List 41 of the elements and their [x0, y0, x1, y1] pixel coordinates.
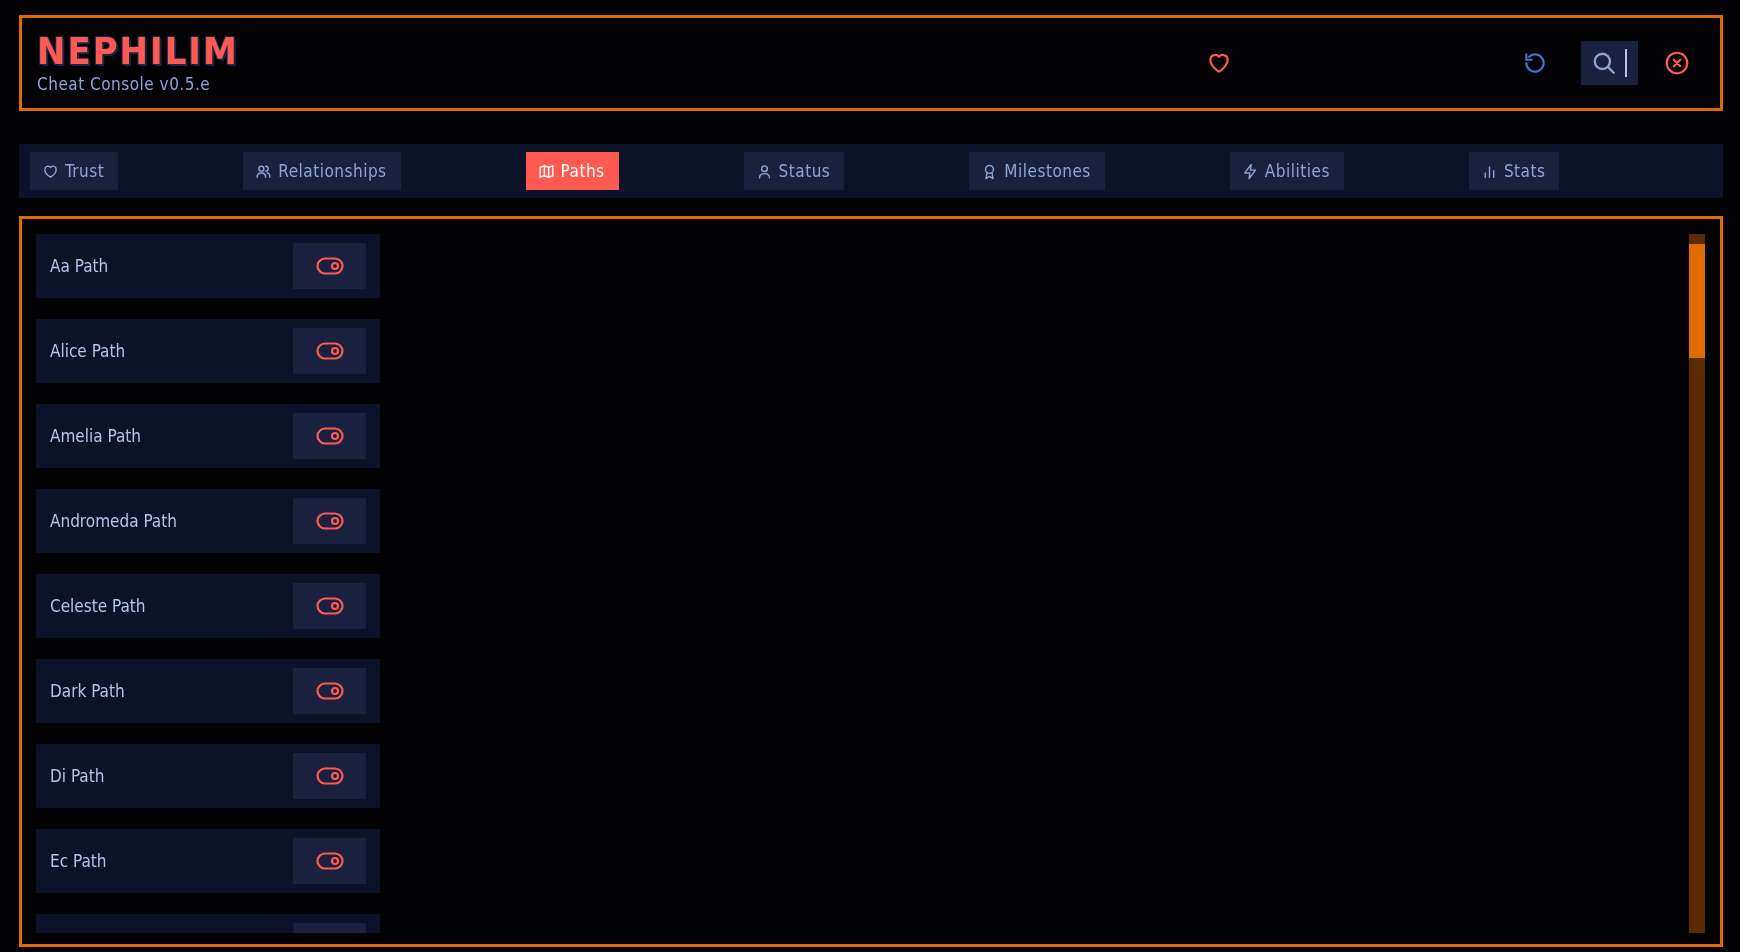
toggle-button[interactable]: [293, 583, 366, 629]
toggle-icon: [315, 257, 344, 275]
tab[interactable]: Milestones: [969, 152, 1105, 190]
toggle-button[interactable]: [293, 243, 366, 289]
app-subtitle: Cheat Console v0.5.e: [37, 74, 212, 94]
tab[interactable]: Status: [743, 152, 845, 190]
toggle-icon: [315, 852, 344, 870]
path-name: Di Path: [50, 766, 105, 786]
map-icon: [537, 162, 555, 180]
toggle-icon: [315, 767, 344, 785]
reset-icon[interactable]: [1522, 50, 1548, 76]
search-icon: [1591, 50, 1617, 76]
toggle-button[interactable]: [293, 838, 366, 884]
toggle-icon: [315, 427, 344, 445]
path-name: Alice Path: [50, 341, 126, 361]
users-icon: [255, 162, 273, 180]
toggle-icon: [315, 342, 344, 360]
tab[interactable]: Relationships: [243, 152, 401, 190]
heart-icon: [42, 162, 59, 180]
tab[interactable]: Trust: [30, 152, 119, 190]
lightning-icon: [1241, 162, 1259, 180]
path-name: Celeste Path: [50, 596, 146, 616]
path-name: Andromeda Path: [50, 511, 177, 531]
close-icon[interactable]: [1664, 50, 1690, 76]
toggle-icon: [315, 512, 344, 530]
tab[interactable]: Stats: [1468, 152, 1560, 190]
toggle-button[interactable]: [293, 753, 366, 799]
path-name: Aa Path: [50, 256, 109, 276]
toggle-button[interactable]: [293, 668, 366, 714]
path-name: Dark Path: [50, 681, 125, 701]
path-name: Ec Path: [50, 851, 107, 871]
path-name: Amelia Path: [50, 426, 142, 446]
tab[interactable]: Abilities: [1229, 152, 1344, 190]
toggle-button[interactable]: [293, 498, 366, 544]
toggle-icon: [315, 597, 344, 615]
toggle-icon: [315, 682, 344, 700]
scrollbar[interactable]: [1689, 234, 1705, 933]
search-field[interactable]: [1581, 41, 1638, 85]
toggle-button[interactable]: [293, 328, 366, 374]
toggle-button[interactable]: [293, 413, 366, 459]
logo: NEPHILIM: [37, 30, 239, 72]
